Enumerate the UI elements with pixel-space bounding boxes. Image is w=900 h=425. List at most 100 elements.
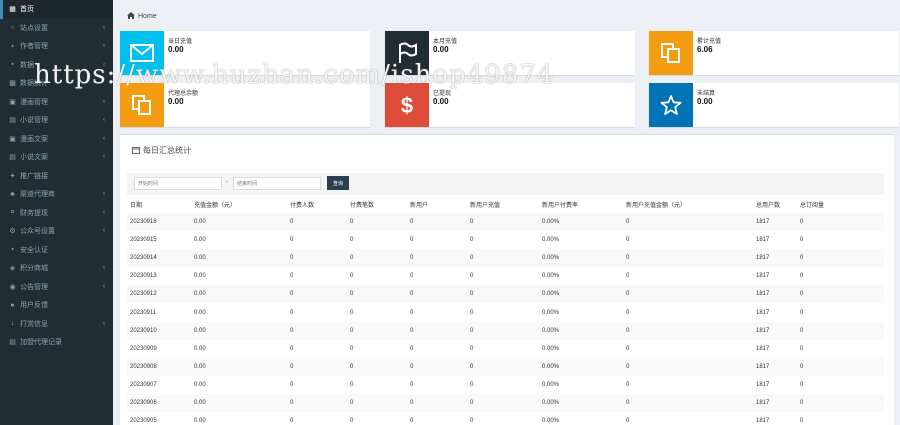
sidebar-item[interactable]: ▪ 数据 ‹ [0,56,113,75]
filter-bar: - 查询 [127,173,884,195]
breadcrumb[interactable]: Home [127,12,157,21]
chevron-left-icon: ‹ [103,265,105,272]
sidebar-item[interactable]: ◉ 公告管理 ‹ [0,278,113,297]
start-date-input[interactable] [134,177,222,190]
table-row: 20230910 0.00 0 0 0 0 0.00% 0 1817 0 [127,321,884,340]
pay-icon: ¤ [10,209,15,217]
sidebar-item[interactable]: ♣ 渠道代理商 ‹ [0,185,113,204]
table-cell: 1817 [756,381,770,388]
card-label: 累计充值 [697,39,722,45]
table-cell: 0 [467,249,539,268]
table-cell: 0 [347,321,407,340]
table-cell: 0.00 [194,273,206,280]
sidebar-item[interactable]: ▪ 安全认证 [0,241,113,260]
image-icon: ▣ [9,98,16,106]
table-cell: 0.00% [542,418,560,425]
table-cell: 1817 [753,249,797,268]
table-cell: 0 [287,285,347,304]
table-row: 20230911 0.00 0 0 0 0 0.00% 0 1817 0 [127,303,884,321]
table-cell: 0 [407,321,467,340]
table-cell: 1817 [753,393,797,413]
column-header[interactable]: 付费笔数 [347,195,407,213]
sidebar-item[interactable]: ● 用户反馈 [0,296,113,315]
table-cell: 0 [287,213,347,232]
sidebar-item[interactable]: ✦ 推广链接 [0,167,113,186]
sidebar-item[interactable]: ▦ 首页 [0,0,113,19]
sidebar-item[interactable]: ◈ 积分商城 ‹ [0,259,113,278]
panel-title-text: 每日汇总统计 [143,146,191,155]
month-recharge-card: 本月充值 0.00 [385,31,635,75]
sidebar-item[interactable]: ▣ 漫画文案 ‹ [0,130,113,149]
column-header[interactable]: 总订阅量 [797,195,884,213]
user-icon: ▪ [11,42,14,50]
table-cell: 0 [623,213,753,232]
table-cell: 0 [797,285,884,304]
sidebar-item-label: 打赏信息 [20,320,48,328]
chevron-left-icon: ‹ [103,209,105,216]
table-cell: 0 [287,249,347,268]
sidebar-item-label: 加盟代理记录 [20,339,62,347]
sidebar-item[interactable]: ¤ 财务提现 ‹ [0,204,113,223]
sidebar-item[interactable]: ▣ 漫画管理 ‹ [0,93,113,112]
table-cell: 0.00 [191,393,287,413]
column-header[interactable]: 总用户数 [753,195,797,213]
table-cell: 0 [797,213,884,232]
table-cell: 0 [467,357,539,376]
sidebar-item-label: 推广链接 [20,172,48,180]
table-cell: 0 [800,273,804,280]
table-cell: 0 [470,381,474,388]
sidebar-item[interactable]: ○ 站点设置 ‹ [0,19,113,38]
gift-icon: ✦ [9,172,16,180]
chevron-left-icon: ‹ [103,135,105,142]
table-cell: 0 [350,418,354,425]
table-cell: 0 [470,237,474,244]
table-cell: 0.00% [539,249,623,268]
sidebar-item[interactable]: ▤ 加盟代理记录 [0,333,113,352]
table-cell: 0 [290,418,294,425]
table-cell: 0 [410,381,414,388]
table-cell: 0.00% [539,285,623,304]
table-cell: 1817 [756,418,770,425]
column-header[interactable]: 新用户充值金额（元） [623,195,753,213]
table-cell: 0.00 [191,357,287,376]
table-cell: 0 [287,357,347,376]
sidebar-item[interactable]: ▦ 数据统计 [0,74,113,93]
table-cell: 0 [470,418,474,425]
end-date-input[interactable] [233,177,321,190]
column-header[interactable]: 新用户付费率 [539,195,623,213]
sidebar-item-label: 公众号设置 [20,228,55,236]
table-cell: 0 [800,381,804,388]
table-cell: 0 [626,381,630,388]
sidebar-item[interactable]: ⚙ 公众号设置 ‹ [0,222,113,241]
sidebar-item-label: 站点设置 [20,24,48,32]
column-header[interactable]: 日期 [127,195,191,213]
list-icon: ▤ [9,339,16,347]
table-cell: 0 [290,309,294,316]
sidebar-item[interactable]: ▪ 作者管理 ‹ [0,37,113,56]
table-row: 20230905 0.00 0 0 0 0 0.00% 0 1817 0 [127,412,884,425]
table-row: 20230909 0.00 0 0 0 0 0.00% 0 1817 0 [127,340,884,358]
column-header[interactable]: 付费人数 [287,195,347,213]
column-header[interactable]: 新用户 [407,195,467,213]
table-cell: 0 [410,345,414,352]
sidebar-item[interactable]: ▤ 小说文案 ‹ [0,148,113,167]
sidebar-item[interactable]: ↓ 打赏信息 ‹ [0,315,113,334]
table-cell: 0.00 [194,418,206,425]
column-header[interactable]: 新用户充值 [467,195,539,213]
sidebar-item-label: 数据 [20,61,34,69]
table-cell: 0.00 [194,309,206,316]
table-cell: 20230910 [127,321,191,340]
table-cell: 0 [407,249,467,268]
chevron-left-icon: ‹ [103,228,105,235]
table-cell: 0 [467,213,539,232]
panel-title: 每日汇总统计 [132,145,191,156]
query-button[interactable]: 查询 [327,176,349,190]
chevron-left-icon: ‹ [103,117,105,124]
table-cell: 0 [797,249,884,268]
table-cell: 0 [290,273,294,280]
breadcrumb-label: Home [138,13,157,20]
table-cell: 0.00% [542,237,560,244]
sidebar-item[interactable]: ▤ 小说管理 ‹ [0,111,113,130]
column-header[interactable]: 充值金额（元） [191,195,287,213]
table-cell: 20230909 [130,345,157,352]
